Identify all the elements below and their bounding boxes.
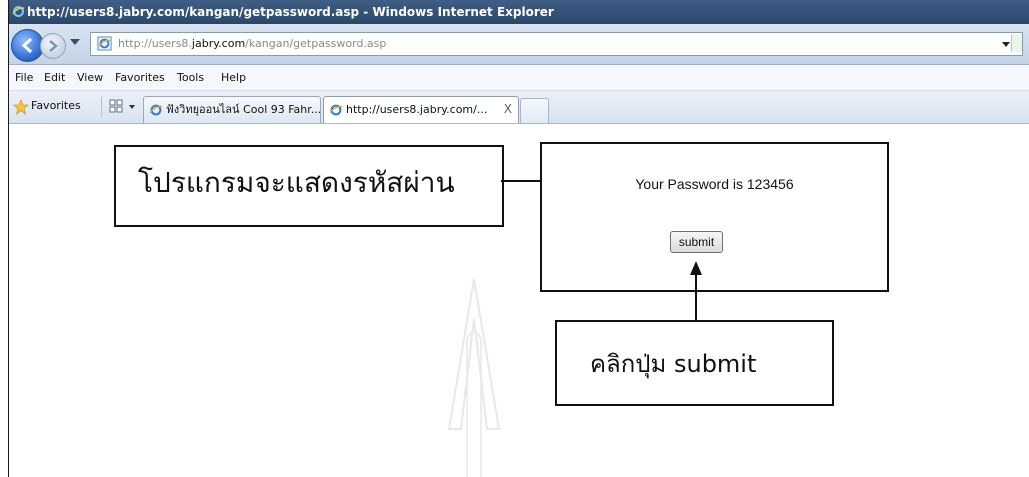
window-title: http://users8.jabry.com/kangan/getpasswo…	[27, 5, 554, 19]
url-text: http://users8.jabry.com/kangan/getpasswo…	[118, 37, 387, 50]
ie-logo-icon	[12, 6, 25, 17]
forward-button[interactable]	[40, 33, 66, 59]
menu-favorites[interactable]: Favorites	[115, 65, 165, 90]
tab-bar: Favorites ฟังวิทยุออนไลน์ Cool 93 Fahr..…	[9, 91, 1029, 124]
watermark-logo	[447, 279, 501, 477]
password-page-panel: Your Password is 123456 submit	[540, 142, 889, 292]
favorites-button[interactable]: Favorites	[31, 91, 81, 121]
tab-list-dropdown-icon[interactable]	[129, 105, 135, 109]
compatibility-view-icon[interactable]	[1011, 34, 1022, 52]
tab-current[interactable]: http://users8.jabry.com/... X	[323, 96, 519, 123]
menu-tools[interactable]: Tools	[177, 65, 204, 90]
browser-window: http://users8.jabry.com/kangan/getpasswo…	[8, 0, 1029, 477]
address-dropdown-icon[interactable]	[1002, 42, 1010, 47]
address-toolbar: http://users8.jabry.com/kangan/getpasswo…	[9, 24, 1029, 65]
callout-program-shows-password: โปรแกรมจะแสดงรหัสผ่าน	[114, 145, 504, 227]
forward-arrow-icon	[49, 40, 58, 52]
tab-label: ฟังวิทยุออนไลน์ Cool 93 Fahr...	[166, 103, 322, 116]
tab-radio[interactable]: ฟังวิทยุออนไลน์ Cool 93 Fahr...	[143, 96, 321, 123]
password-message: Your Password is 123456	[635, 176, 794, 192]
title-bar: http://users8.jabry.com/kangan/getpasswo…	[9, 0, 1029, 24]
new-tab-button[interactable]	[520, 98, 549, 123]
menu-edit[interactable]: Edit	[44, 65, 65, 90]
tab-label: http://users8.jabry.com/...	[346, 103, 488, 116]
recent-pages-dropdown-icon[interactable]	[70, 39, 80, 45]
arrow-up-icon	[690, 261, 702, 321]
menu-bar: File Edit View Favorites Tools Help	[9, 65, 1029, 91]
page-content: โปรแกรมจะแสดงรหัสผ่าน Your Password is 1…	[9, 124, 1029, 477]
callout-text: โปรแกรมจะแสดงรหัสผ่าน	[138, 166, 455, 199]
tab-ie-icon	[329, 104, 343, 116]
submit-button[interactable]: submit	[670, 231, 723, 253]
address-field[interactable]: http://users8.jabry.com/kangan/getpasswo…	[90, 32, 1023, 56]
callout-text: คลิกปุ่ม submit	[590, 350, 757, 378]
page-ie-icon	[97, 36, 112, 51]
close-tab-icon[interactable]: X	[504, 97, 512, 122]
tab-ie-icon	[149, 104, 163, 116]
toolbar-separator	[101, 97, 102, 117]
quick-tabs-icon[interactable]	[109, 99, 123, 113]
callout-click-submit: คลิกปุ่ม submit	[555, 320, 834, 406]
favorites-star-icon[interactable]	[13, 99, 29, 115]
menu-view[interactable]: View	[77, 65, 103, 90]
menu-file[interactable]: File	[15, 65, 33, 90]
menu-help[interactable]: Help	[221, 65, 246, 90]
back-arrow-icon	[21, 37, 33, 54]
